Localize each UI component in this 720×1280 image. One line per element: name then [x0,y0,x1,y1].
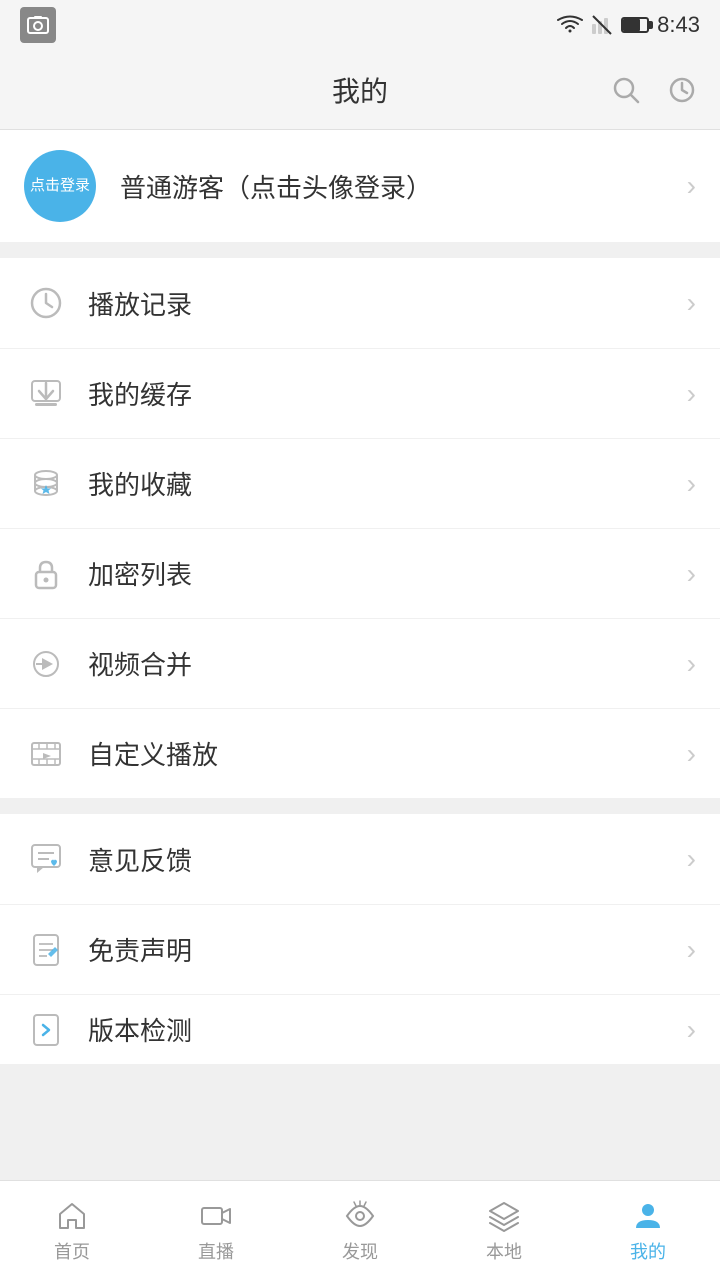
merge-icon [24,642,68,686]
menu-label: 播放记录 [88,285,687,322]
status-time: 8:43 [657,12,700,38]
menu-item-encrypted-list[interactable]: 加密列表 › [0,528,720,618]
chevron-icon: › [687,287,696,319]
lock-icon [24,552,68,596]
nav-label: 我的 [630,1238,666,1264]
battery-icon [621,17,649,33]
eye-icon [342,1198,378,1234]
disclaimer-icon [24,928,68,972]
menu-item-version-check[interactable]: 版本检测 › [0,994,720,1064]
chevron-icon: › [687,468,696,500]
content: 点击登录 普通游客（点击头像登录） › 播放记录 › [0,130,720,1164]
history-button[interactable] [664,72,700,108]
status-right: 8:43 [557,12,700,38]
nav-label: 本地 [486,1238,522,1264]
nav-label: 首页 [54,1238,90,1264]
feedback-icon [24,837,68,881]
bottom-nav: 首页 直播 发现 [0,1180,720,1280]
menu-label: 我的收藏 [88,465,687,502]
search-button[interactable] [608,72,644,108]
profile-section: 点击登录 普通游客（点击头像登录） › [0,130,720,242]
chevron-icon: › [687,648,696,680]
menu-label: 自定义播放 [88,735,687,772]
menu-group-2: 意见反馈 › 免责声明 › [0,814,720,1064]
status-bar: 8:43 [0,0,720,50]
download-icon [24,372,68,416]
version-icon [24,1008,68,1052]
header-actions [608,72,700,108]
menu-item-my-favorites[interactable]: 我的收藏 › [0,438,720,528]
chevron-icon: › [687,1014,696,1046]
profile-chevron-icon: › [687,170,696,202]
nav-label: 直播 [198,1238,234,1264]
menu-item-play-history[interactable]: 播放记录 › [0,258,720,348]
menu-item-custom-play[interactable]: 自定义播放 › [0,708,720,798]
chevron-icon: › [687,738,696,770]
chevron-icon: › [687,934,696,966]
chevron-icon: › [687,378,696,410]
signal-icon [591,14,613,36]
menu-label: 加密列表 [88,555,687,592]
menu-label: 意见反馈 [88,841,687,878]
menu-group-1: 播放记录 › 我的缓存 › [0,258,720,798]
menu-label: 版本检测 [88,1011,687,1048]
clock-icon [24,281,68,325]
menu-item-disclaimer[interactable]: 免责声明 › [0,904,720,994]
film-icon [24,732,68,776]
photo-icon [20,7,56,43]
menu-item-video-merge[interactable]: 视频合并 › [0,618,720,708]
nav-label: 发现 [342,1238,378,1264]
database-star-icon [24,462,68,506]
nav-item-local[interactable]: 本地 [432,1181,576,1280]
layers-icon [486,1198,522,1234]
menu-label: 视频合并 [88,645,687,682]
chevron-icon: › [687,558,696,590]
profile-row[interactable]: 点击登录 普通游客（点击头像登录） › [0,130,720,242]
menu-label: 我的缓存 [88,375,687,412]
chevron-icon: › [687,843,696,875]
user-icon [630,1198,666,1234]
video-icon [198,1198,234,1234]
menu-item-my-cache[interactable]: 我的缓存 › [0,348,720,438]
nav-item-mine[interactable]: 我的 [576,1181,720,1280]
avatar: 点击登录 [24,150,96,222]
wifi-icon [557,15,583,35]
home-icon [54,1198,90,1234]
menu-label: 免责声明 [88,931,687,968]
profile-name: 普通游客（点击头像登录） [120,168,687,205]
app-header: 我的 [0,50,720,130]
nav-item-live[interactable]: 直播 [144,1181,288,1280]
nav-item-home[interactable]: 首页 [0,1181,144,1280]
status-left [20,7,56,43]
menu-item-feedback[interactable]: 意见反馈 › [0,814,720,904]
nav-item-discover[interactable]: 发现 [288,1181,432,1280]
page-title: 我的 [332,70,388,110]
